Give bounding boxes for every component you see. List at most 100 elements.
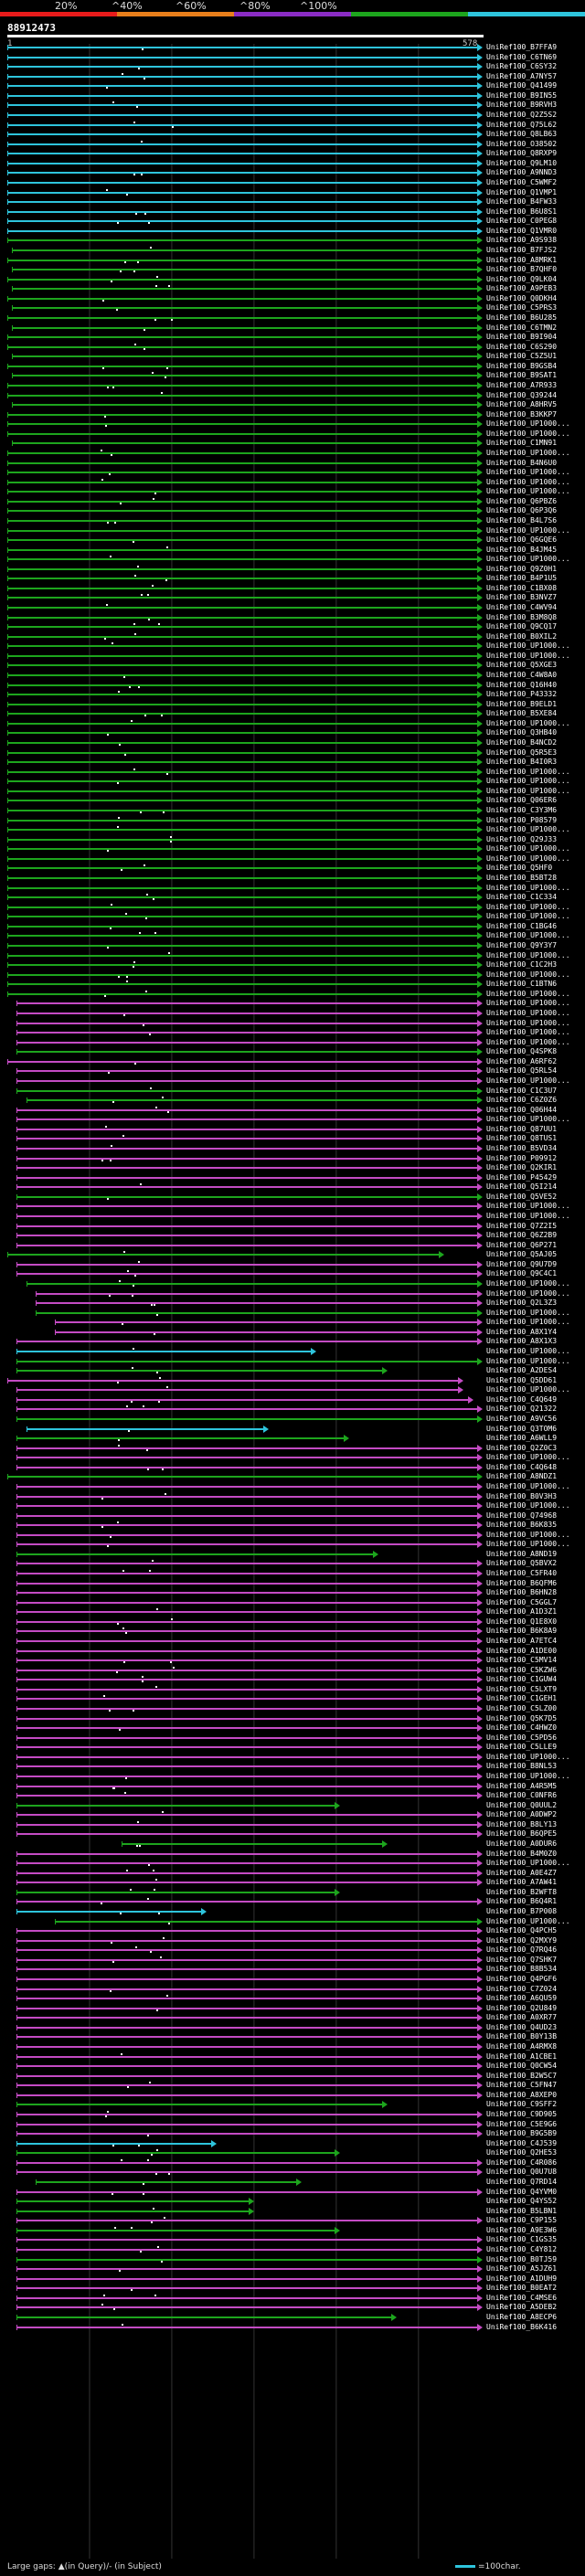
hit-label[interactable]: UniRef100_Q7SHK7 xyxy=(486,1956,557,1964)
hit-label[interactable]: UniRef100_Q2L3Z3 xyxy=(486,1299,557,1307)
hit-label[interactable]: UniRef100_A7AW41 xyxy=(486,1878,557,1886)
hit-label[interactable]: UniRef100_C1GS35 xyxy=(486,2235,557,2243)
hit-label[interactable]: UniRef100_P08579 xyxy=(486,816,557,824)
hit-row[interactable]: UniRef100_Q4UD23 xyxy=(0,2023,585,2031)
hit-label[interactable]: UniRef100_UP1000... xyxy=(486,526,570,535)
hit-row[interactable]: UniRef100_UP1000... xyxy=(0,429,585,438)
hit-label[interactable]: UniRef100_C4R086 xyxy=(486,2158,557,2167)
hit-row[interactable]: UniRef100_C1GEH1 xyxy=(0,1694,585,1703)
hit-label[interactable]: UniRef100_B0TJ59 xyxy=(486,2255,557,2263)
hit-label[interactable]: UniRef100_Q06ER6 xyxy=(486,796,557,804)
hit-row[interactable]: UniRef100_C5WMF2 xyxy=(0,178,585,186)
hit-row[interactable]: UniRef100_A7AW41 xyxy=(0,1878,585,1887)
hit-label[interactable]: UniRef100_UP1000... xyxy=(486,1309,570,1317)
hit-row[interactable]: UniRef100_C5FN47 xyxy=(0,2081,585,2090)
hit-row[interactable]: UniRef100_Q1VMP1 xyxy=(0,188,585,196)
hit-label[interactable]: UniRef100_UP1000... xyxy=(486,487,570,495)
hit-label[interactable]: UniRef100_A1D3Z1 xyxy=(486,1607,557,1616)
hit-label[interactable]: UniRef100_C5PD56 xyxy=(486,1733,557,1742)
hit-label[interactable]: UniRef100_B4P1U5 xyxy=(486,574,557,582)
hit-row[interactable]: UniRef100_Q9LM10 xyxy=(0,159,585,167)
hit-row[interactable]: UniRef100_A1DUH9 xyxy=(0,2274,585,2283)
hit-row[interactable]: UniRef100_B4I0R3 xyxy=(0,758,585,767)
hit-label[interactable]: UniRef100_Q0U7U8 xyxy=(486,2168,557,2176)
hit-row[interactable]: UniRef100_C0PEG8 xyxy=(0,217,585,226)
hit-label[interactable]: UniRef100_Q2KIR1 xyxy=(486,1163,557,1171)
hit-row[interactable]: UniRef100_A9S938 xyxy=(0,236,585,245)
hit-label[interactable]: UniRef100_A8X1X3 xyxy=(486,1337,557,1345)
hit-row[interactable]: UniRef100_B2W5C7 xyxy=(0,2072,585,2080)
hit-row[interactable]: UniRef100_Q4SPK8 xyxy=(0,1047,585,1056)
hit-label[interactable]: UniRef100_A2DES4 xyxy=(486,1366,557,1374)
hit-row[interactable]: UniRef100_Q0UUL2 xyxy=(0,1801,585,1809)
hit-row[interactable]: UniRef100_UP1000... xyxy=(0,1917,585,1925)
hit-row[interactable]: UniRef100_B6Q4R1 xyxy=(0,1897,585,1906)
hit-label[interactable]: UniRef100_C6S290 xyxy=(486,343,557,351)
hit-row[interactable]: UniRef100_A6WLL9 xyxy=(0,1434,585,1443)
hit-row[interactable]: UniRef100_Q5XGE3 xyxy=(0,661,585,670)
hit-label[interactable]: UniRef100_B5LBN1 xyxy=(486,2207,557,2215)
hit-label[interactable]: UniRef100_B6QPE5 xyxy=(486,1829,557,1838)
hit-row[interactable]: UniRef100_UP1000... xyxy=(0,1028,585,1037)
hit-row[interactable]: UniRef100_Q1E8X0 xyxy=(0,1617,585,1626)
hit-row[interactable]: UniRef100_UP1000... xyxy=(0,787,585,795)
hit-row[interactable]: UniRef100_O38502 xyxy=(0,140,585,148)
hit-label[interactable]: UniRef100_B6K8A9 xyxy=(486,1627,557,1635)
hit-label[interactable]: UniRef100_Q2U849 xyxy=(486,2004,557,2012)
hit-row[interactable]: UniRef100_UP1000... xyxy=(0,1038,585,1046)
hit-row[interactable]: UniRef100_C4Y812 xyxy=(0,2245,585,2253)
hit-row[interactable]: UniRef100_C6TMN2 xyxy=(0,323,585,332)
hit-label[interactable]: UniRef100_Q9C4C1 xyxy=(486,1269,557,1277)
hit-label[interactable]: UniRef100_B6U285 xyxy=(486,313,557,322)
hit-row[interactable]: UniRef100_P08579 xyxy=(0,816,585,824)
hit-row[interactable]: UniRef100_C0NFR6 xyxy=(0,1791,585,1800)
hit-row[interactable]: UniRef100_UP1000... xyxy=(0,951,585,959)
hit-row[interactable]: UniRef100_C3Y3M6 xyxy=(0,806,585,815)
hit-label[interactable]: UniRef100_A5JZ61 xyxy=(486,2264,557,2273)
hit-label[interactable]: UniRef100_B5VD34 xyxy=(486,1144,557,1152)
hit-label[interactable]: UniRef100_Q5HF0 xyxy=(486,864,552,872)
hit-label[interactable]: UniRef100_UP1000... xyxy=(486,1212,570,1220)
hit-row[interactable]: UniRef100_B0V3H3 xyxy=(0,1492,585,1500)
hit-row[interactable]: UniRef100_C6S290 xyxy=(0,343,585,351)
hit-label[interactable]: UniRef100_A4R5M5 xyxy=(486,1782,557,1790)
hit-row[interactable]: UniRef100_Q6P3Q6 xyxy=(0,506,585,515)
hit-row[interactable]: UniRef100_UP1000... xyxy=(0,1531,585,1539)
hit-row[interactable]: UniRef100_Q39244 xyxy=(0,391,585,399)
hit-label[interactable]: UniRef100_B6K835 xyxy=(486,1521,557,1529)
hit-row[interactable]: UniRef100_UP1000... xyxy=(0,419,585,429)
hit-row[interactable]: UniRef100_UP1000... xyxy=(0,487,585,496)
hit-row[interactable]: UniRef100_B4JM45 xyxy=(0,546,585,554)
hit-label[interactable]: UniRef100_UP1000... xyxy=(486,844,570,853)
hit-row[interactable]: UniRef100_Q4YS52 xyxy=(0,2197,585,2206)
hit-row[interactable]: UniRef100_B7FFA9 xyxy=(0,43,585,51)
hit-row[interactable]: UniRef100_B3NVZ7 xyxy=(0,593,585,602)
hit-row[interactable]: UniRef100_Q3TOM6 xyxy=(0,1425,585,1433)
hit-label[interactable]: UniRef100_B6QFM6 xyxy=(486,1579,557,1587)
hit-row[interactable]: UniRef100_A7ETC4 xyxy=(0,1637,585,1646)
hit-row[interactable]: UniRef100_B6K416 xyxy=(0,2323,585,2331)
hit-label[interactable]: UniRef100_UP1000... xyxy=(486,1202,570,1210)
hit-row[interactable]: UniRef100_UP1000... xyxy=(0,1019,585,1027)
hit-row[interactable]: UniRef100_A8XEP0 xyxy=(0,2091,585,2099)
hit-row[interactable]: UniRef100_Q7RQ46 xyxy=(0,1945,585,1955)
hit-label[interactable]: UniRef100_B7QHF0 xyxy=(486,265,557,273)
hit-label[interactable]: UniRef100_A8NDZ1 xyxy=(486,1472,557,1480)
hit-label[interactable]: UniRef100_UP1000... xyxy=(486,1318,570,1326)
hit-row[interactable]: UniRef100_UP1000... xyxy=(0,777,585,786)
hit-label[interactable]: UniRef100_UP1000... xyxy=(486,1115,570,1123)
hit-row[interactable]: UniRef100_Q06H44 xyxy=(0,1106,585,1114)
hit-label[interactable]: UniRef100_C0PEG8 xyxy=(486,217,557,225)
hit-row[interactable]: UniRef100_UP1000... xyxy=(0,555,585,564)
hit-row[interactable]: UniRef100_Q21322 xyxy=(0,1405,585,1414)
hit-label[interactable]: UniRef100_C1C2H3 xyxy=(486,960,557,969)
hit-label[interactable]: UniRef100_UP1000... xyxy=(486,884,570,892)
hit-row[interactable]: UniRef100_UP1000... xyxy=(0,844,585,853)
hit-label[interactable]: UniRef100_Q0CW54 xyxy=(486,2062,557,2070)
hit-row[interactable]: UniRef100_C1C2H3 xyxy=(0,960,585,970)
hit-row[interactable]: UniRef100_A8X1Y4 xyxy=(0,1328,585,1336)
hit-row[interactable]: UniRef100_UP1000... xyxy=(0,1202,585,1211)
hit-label[interactable]: UniRef100_Q9Y3Y7 xyxy=(486,941,557,949)
hit-label[interactable]: UniRef100_Q39244 xyxy=(486,391,557,399)
hit-row[interactable]: UniRef100_Q06ER6 xyxy=(0,796,585,805)
